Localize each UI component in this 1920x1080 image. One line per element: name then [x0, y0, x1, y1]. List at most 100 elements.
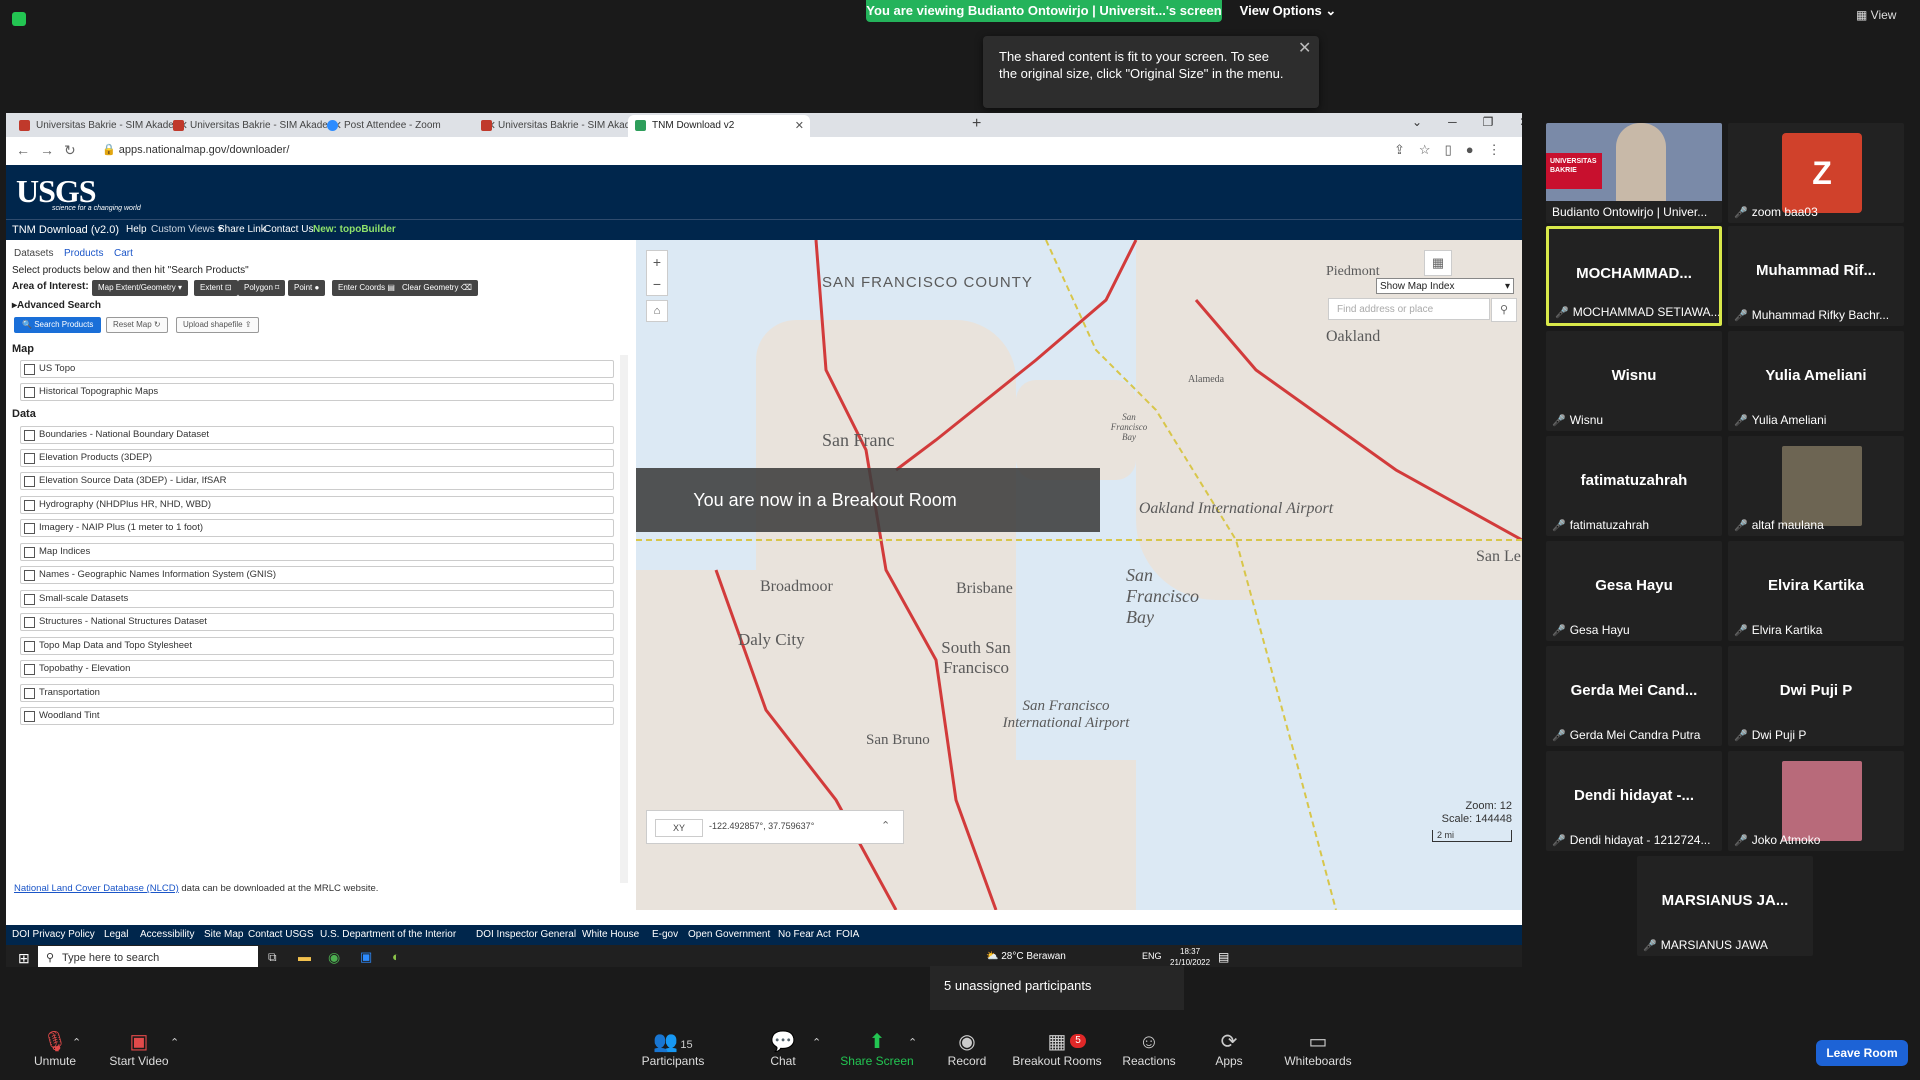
search-icon[interactable]: ⚲ [1491, 298, 1517, 322]
restore-icon[interactable]: ❐ [1483, 115, 1494, 129]
participant-tile[interactable]: Z 🎤 zoom baa03 [1728, 123, 1904, 223]
checkbox[interactable] [24, 430, 35, 441]
checkbox[interactable] [24, 453, 35, 464]
participant-tile[interactable]: Wisnu 🎤 Wisnu [1546, 331, 1722, 431]
product-item-historical[interactable]: Historical Topographic Maps [20, 383, 614, 401]
checkbox[interactable] [24, 500, 35, 511]
view-button[interactable]: ▦ View [1856, 8, 1896, 22]
product-item[interactable]: Woodland Tint [20, 707, 614, 725]
zoom-in-icon[interactable]: + [647, 251, 667, 273]
product-item[interactable]: Structures - National Structures Dataset [20, 613, 614, 631]
participant-tile[interactable]: 🎤 Joko Atmoko [1728, 751, 1904, 851]
close-tab-icon[interactable]: ✕ [795, 115, 804, 137]
forward-icon[interactable]: → [40, 142, 64, 158]
participant-tile[interactable]: fatimatuzahrah 🎤 fatimatuzahrah [1546, 436, 1722, 536]
help-link[interactable]: Help [126, 224, 147, 235]
footer-link[interactable]: DOI Inspector General [476, 929, 576, 940]
weather-widget[interactable]: ⛅ 28°C Berawan [986, 951, 1066, 962]
tab-datasets[interactable]: Datasets [14, 248, 53, 259]
participant-tile[interactable]: Gesa Hayu 🎤 Gesa Hayu [1546, 541, 1722, 641]
share-link[interactable]: Share Link [218, 224, 266, 235]
footer-link[interactable]: Open Government [688, 929, 770, 940]
product-item[interactable]: Hydrography (NHDPlus HR, NHD, WBD) [20, 496, 614, 514]
chrome-icon[interactable]: ◉ [328, 949, 340, 966]
checkbox[interactable] [24, 547, 35, 558]
star-icon[interactable]: ☆ [1419, 142, 1445, 157]
upload-shapefile-button[interactable]: Upload shapefile ⇪ [176, 317, 259, 333]
chevron-up-icon[interactable]: ⌃ [881, 819, 890, 832]
participant-tile[interactable]: UNIVERSITAS BAKRIE Budianto Ontowirjo | … [1546, 123, 1722, 223]
checkbox[interactable] [24, 594, 35, 605]
footer-link[interactable]: Legal [104, 929, 128, 940]
browser-tab-active[interactable]: TNM Download v2 ✕ [628, 115, 810, 137]
footer-link[interactable]: Contact USGS [248, 929, 314, 940]
unassigned-participants-popup[interactable]: 5 unassigned participants [930, 966, 1184, 1010]
product-item-us-topo[interactable]: US Topo [20, 360, 614, 378]
video-options-chevron-icon[interactable]: ⌃ [170, 1036, 179, 1049]
footer-link[interactable]: FOIA [836, 929, 859, 940]
footer-link[interactable]: DOI Privacy Policy [12, 929, 95, 940]
extent-button[interactable]: Extent ⊡ [194, 280, 238, 296]
reset-map-button[interactable]: Reset Map ↻ [106, 317, 168, 333]
clear-geometry-button[interactable]: Clear Geometry ⌫ [396, 280, 478, 296]
participant-tile[interactable]: Muhammad Rif... 🎤 Muhammad Rifky Bachr... [1728, 226, 1904, 326]
product-item[interactable]: Imagery - NAIP Plus (1 meter to 1 foot) [20, 519, 614, 537]
home-icon[interactable]: ⌂ [646, 300, 668, 322]
clock[interactable]: 18:37 21/10/2022 [1170, 946, 1210, 967]
map-index-select[interactable]: Show Map Index ▾ [1376, 278, 1514, 294]
footer-link[interactable]: U.S. Department of the Interior [320, 929, 456, 940]
reload-icon[interactable]: ↻ [64, 142, 86, 158]
participant-tile[interactable]: Yulia Ameliani 🎤 Yulia Ameliani [1728, 331, 1904, 431]
zoom-out-icon[interactable]: − [647, 273, 667, 295]
participants-button[interactable]: 👥 15 Participants [618, 1030, 728, 1068]
topobuilder-link[interactable]: New: topoBuilder [313, 224, 396, 235]
checkbox[interactable] [24, 364, 35, 375]
new-tab-icon[interactable]: + [972, 115, 981, 133]
participant-tile[interactable]: 🎤 altaf maulana [1728, 436, 1904, 536]
participant-tile[interactable]: Dwi Puji P 🎤 Dwi Puji P [1728, 646, 1904, 746]
sidebar-icon[interactable]: ▯ [1445, 142, 1466, 157]
checkbox[interactable] [24, 617, 35, 628]
footer-link[interactable]: White House [582, 929, 639, 940]
footer-link[interactable]: Site Map [204, 929, 243, 940]
whiteboards-button[interactable]: ▭ Whiteboards [1263, 1030, 1373, 1068]
contact-link[interactable]: Contact Us [264, 224, 313, 235]
security-shield-icon[interactable] [12, 12, 26, 26]
find-address-input[interactable]: Find address or place [1328, 298, 1490, 320]
coord-mode-button[interactable]: XY [655, 819, 703, 837]
search-products-button[interactable]: 🔍 Search Products [14, 317, 102, 333]
minimize-icon[interactable]: ─ [1448, 115, 1457, 129]
file-explorer-icon[interactable]: ▬ [298, 949, 311, 964]
product-item[interactable]: Transportation [20, 684, 614, 702]
panel-scrollbar[interactable] [620, 355, 628, 883]
checkbox[interactable] [24, 641, 35, 652]
nlcd-link[interactable]: National Land Cover Database (NLCD) [14, 883, 179, 894]
audio-options-chevron-icon[interactable]: ⌃ [72, 1036, 81, 1049]
product-item[interactable]: Boundaries - National Boundary Dataset [20, 426, 614, 444]
tab-search-icon[interactable]: ⌄ [1412, 115, 1422, 129]
footer-link[interactable]: E-gov [652, 929, 678, 940]
product-item[interactable]: Names - Geographic Names Information Sys… [20, 566, 614, 584]
footer-link[interactable]: No Fear Act [778, 929, 831, 940]
participant-tile-active[interactable]: MOCHAMMAD... 🎤 MOCHAMMAD SETIAWA... [1546, 226, 1722, 326]
profile-icon[interactable]: ● [1466, 142, 1488, 157]
participant-tile[interactable]: Gerda Mei Cand... 🎤 Gerda Mei Candra Putr… [1546, 646, 1722, 746]
product-item[interactable]: Small-scale Datasets [20, 590, 614, 608]
checkbox[interactable] [24, 523, 35, 534]
app-icon[interactable]: ◐ [392, 949, 400, 964]
product-item[interactable]: Elevation Source Data (3DEP) - Lidar, If… [20, 472, 614, 490]
checkbox[interactable] [24, 664, 35, 675]
zoom-app-icon[interactable]: ▣ [360, 949, 372, 965]
taskbar-search[interactable]: ⚲ Type here to search [38, 946, 258, 967]
language-indicator[interactable]: ENG [1142, 951, 1162, 961]
product-item[interactable]: Topo Map Data and Topo Stylesheet [20, 637, 614, 655]
view-options-button[interactable]: View Options ⌄ [1238, 0, 1338, 22]
polygon-button[interactable]: Polygon ⌑ [238, 280, 286, 296]
close-icon[interactable]: ✕ [1298, 40, 1311, 57]
map-view[interactable]: SAN FRANCISCO COUNTY Oakland Piedmont Al… [636, 240, 1522, 910]
checkbox[interactable] [24, 387, 35, 398]
basemap-icon[interactable]: ▦ [1424, 250, 1452, 276]
participant-tile[interactable]: Elvira Kartika 🎤 Elvira Kartika [1728, 541, 1904, 641]
tab-cart[interactable]: Cart [114, 248, 133, 259]
menu-icon[interactable]: ⋮ [1488, 142, 1515, 157]
